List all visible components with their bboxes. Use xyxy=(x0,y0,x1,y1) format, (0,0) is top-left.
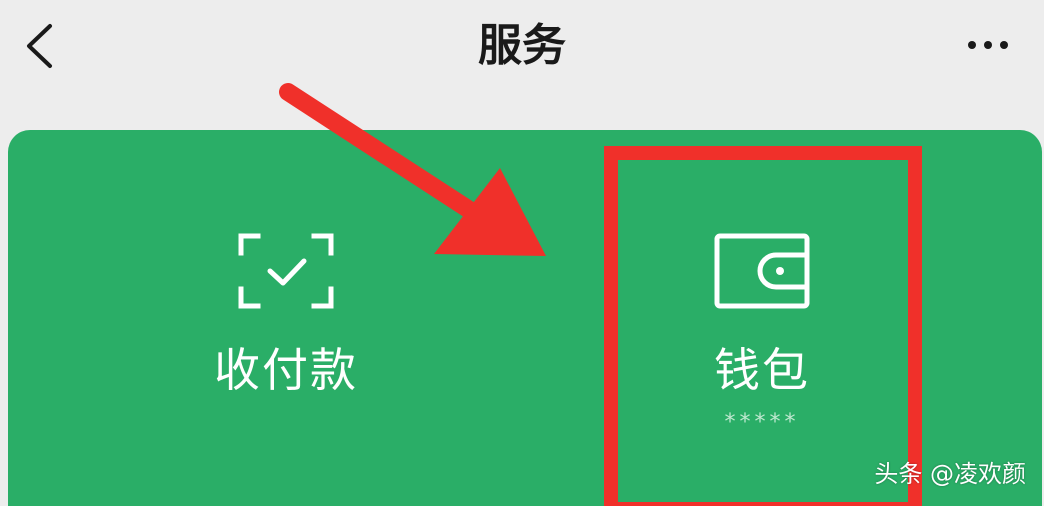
scan-check-icon xyxy=(238,232,334,310)
more-button[interactable] xyxy=(960,30,1016,60)
more-dots-icon xyxy=(968,41,976,49)
more-dot xyxy=(1000,41,1008,49)
page-title: 服务 xyxy=(478,20,566,71)
pay-receive-label: 收付款 xyxy=(214,343,358,397)
service-card: 收付款 钱包 ***** xyxy=(8,130,1042,506)
wallet-label: 钱包 xyxy=(714,343,810,397)
services-screen: 服务 收付款 钱包 ***** 头条 @凌欢颜 xyxy=(0,0,1044,506)
wallet-button[interactable]: 钱包 ***** xyxy=(612,130,912,506)
wallet-balance-masked: ***** xyxy=(724,410,800,435)
pay-receive-button[interactable]: 收付款 xyxy=(136,130,436,506)
wallet-icon xyxy=(714,232,810,310)
more-dot xyxy=(984,41,992,49)
watermark: 头条 @凌欢颜 xyxy=(874,460,1026,488)
